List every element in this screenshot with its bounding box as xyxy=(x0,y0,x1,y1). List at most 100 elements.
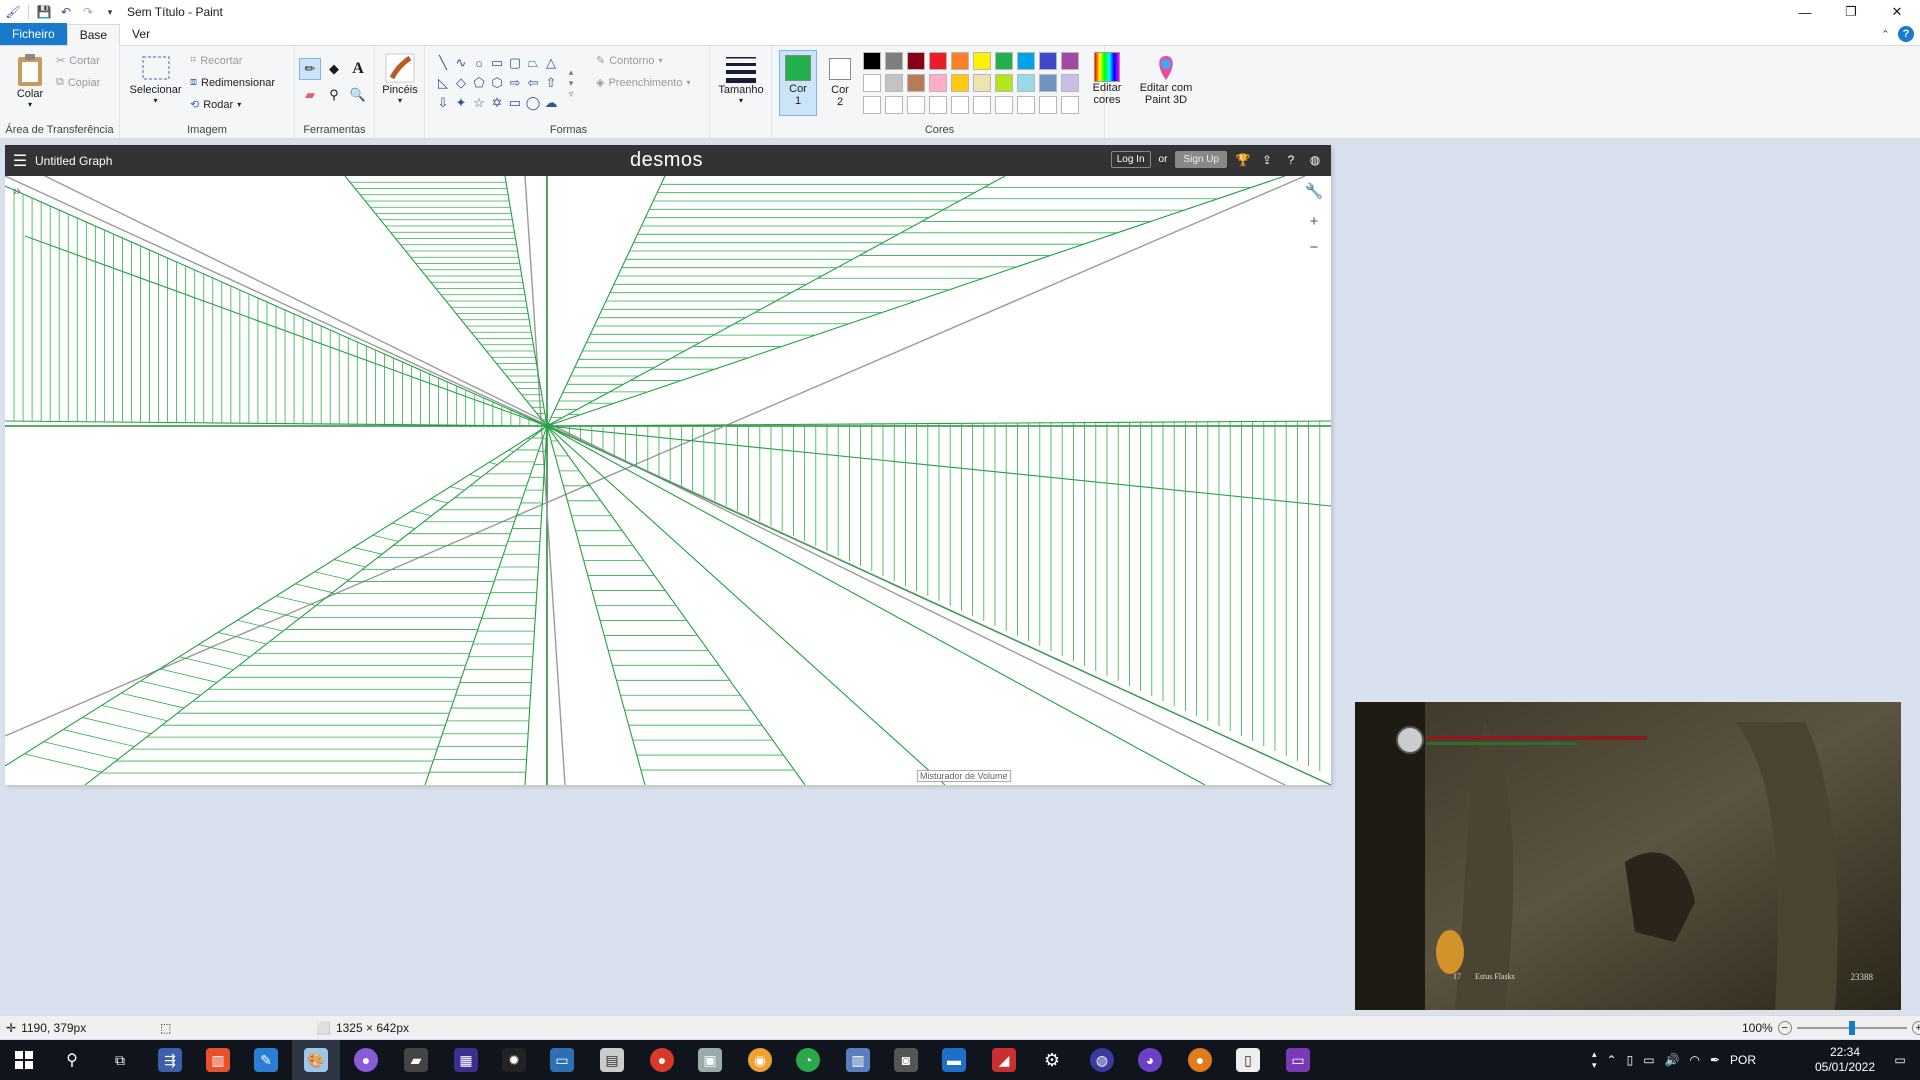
taskbar-app-7[interactable]: ▦ xyxy=(442,1040,490,1080)
language-indicator[interactable]: POR xyxy=(1730,1053,1756,1067)
task-view-button[interactable]: ⧉ xyxy=(96,1040,144,1080)
taskbar-app-10[interactable]: ▤ xyxy=(588,1040,636,1080)
palette-swatch[interactable] xyxy=(1017,74,1035,92)
palette-swatch[interactable] xyxy=(973,52,991,70)
zoom-out-button[interactable]: − xyxy=(1777,1020,1792,1035)
palette-swatch[interactable] xyxy=(907,52,925,70)
color1-button[interactable]: Cor 1 xyxy=(779,50,817,116)
palette-swatch[interactable] xyxy=(885,52,903,70)
palette-swatch[interactable] xyxy=(907,96,925,114)
resize-button[interactable]: ⧈ Redimensionar xyxy=(190,76,275,89)
taskbar-app-2[interactable]: ▥ xyxy=(194,1040,242,1080)
cloud-shape-icon[interactable]: ☁ xyxy=(542,94,560,112)
taskbar-app-1[interactable]: ⇶ xyxy=(146,1040,194,1080)
taskbar-paint[interactable]: 🎨 xyxy=(292,1040,340,1080)
taskbar-app-11[interactable]: ● xyxy=(638,1040,686,1080)
palette-swatch[interactable] xyxy=(929,74,947,92)
palette-swatch[interactable] xyxy=(973,74,991,92)
taskbar-app-18[interactable]: ◢ xyxy=(980,1040,1028,1080)
collapse-ribbon-icon[interactable]: ⌃ xyxy=(1881,28,1890,41)
help-icon[interactable]: ? xyxy=(1898,26,1914,42)
palette-swatch[interactable] xyxy=(929,96,947,114)
palette-swatch[interactable] xyxy=(885,96,903,114)
tab-file[interactable]: Ficheiro xyxy=(0,23,67,45)
fill-bucket-icon[interactable]: ◆ xyxy=(323,58,345,80)
edit-with-paint3d-button[interactable]: Editar com Paint 3D xyxy=(1132,54,1200,106)
right-triangle-shape-icon[interactable]: ◺ xyxy=(434,74,452,92)
wifi-icon[interactable]: ◠ xyxy=(1690,1053,1700,1067)
palette-swatch[interactable] xyxy=(995,96,1013,114)
taskbar-app-13[interactable]: ◉ xyxy=(736,1040,784,1080)
arrow-left-shape-icon[interactable]: ⇦ xyxy=(524,74,542,92)
text-icon[interactable]: A xyxy=(347,58,369,80)
save-icon[interactable]: 💾 xyxy=(35,3,53,21)
palette-swatch[interactable] xyxy=(863,96,881,114)
edit-colors-button[interactable]: Editar cores xyxy=(1087,52,1127,106)
taskbar-app-5[interactable]: ● xyxy=(342,1040,390,1080)
curve-shape-icon[interactable]: ∿ xyxy=(452,54,470,72)
palette-swatch[interactable] xyxy=(951,74,969,92)
palette-swatch[interactable] xyxy=(1017,96,1035,114)
zoom-slider-thumb[interactable] xyxy=(1848,1020,1855,1035)
palette-swatch[interactable] xyxy=(929,52,947,70)
phone-icon[interactable]: ▯ xyxy=(1627,1053,1634,1067)
palette-swatch[interactable] xyxy=(1039,52,1057,70)
zoom-slider[interactable] xyxy=(1796,1020,1907,1035)
palette-swatch[interactable] xyxy=(1061,96,1079,114)
palette-swatch[interactable] xyxy=(1061,74,1079,92)
palette-swatch[interactable] xyxy=(907,74,925,92)
star6-shape-icon[interactable]: ✡ xyxy=(488,94,506,112)
oval-shape-icon[interactable]: ○ xyxy=(470,54,488,72)
star5-shape-icon[interactable]: ☆ xyxy=(470,94,488,112)
palette-swatch[interactable] xyxy=(1039,74,1057,92)
taskbar-app-14[interactable]: ◔ xyxy=(784,1040,832,1080)
search-button[interactable]: ⚲ xyxy=(48,1040,96,1080)
taskbar-app-3[interactable]: ✎ xyxy=(242,1040,290,1080)
redo-icon[interactable]: ↷ xyxy=(79,3,97,21)
tab-home[interactable]: Base xyxy=(66,24,121,46)
palette-swatch[interactable] xyxy=(863,74,881,92)
battery-icon[interactable]: ▭ xyxy=(1643,1053,1654,1067)
taskbar-settings[interactable]: ⚙ xyxy=(1028,1040,1076,1080)
shapes-scroll-icon[interactable]: ▴ ▾ ▿ xyxy=(562,54,580,112)
arrow-up-shape-icon[interactable]: ⇧ xyxy=(542,74,560,92)
triangle-shape-icon[interactable]: △ xyxy=(542,54,560,72)
palette-swatch[interactable] xyxy=(973,96,991,114)
show-hidden-icons-icon[interactable]: ⌃ xyxy=(1607,1053,1617,1067)
taskbar-app-20[interactable]: ◍ xyxy=(1078,1040,1126,1080)
arrow-right-shape-icon[interactable]: ⇨ xyxy=(506,74,524,92)
diamond-shape-icon[interactable]: ◇ xyxy=(452,74,470,92)
star4-shape-icon[interactable]: ✦ xyxy=(452,94,470,112)
zoom-in-button[interactable]: + xyxy=(1911,1020,1920,1035)
palette-swatch[interactable] xyxy=(995,52,1013,70)
select-button[interactable]: Selecionar ▾ xyxy=(128,54,183,105)
paint-canvas[interactable]: ☰ Untitled Graph desmos Log In or Sign U… xyxy=(5,145,1331,785)
rotate-button[interactable]: ⟲ Rodar ▾ xyxy=(190,98,241,112)
palette-swatch[interactable] xyxy=(951,96,969,114)
color2-button[interactable]: Cor 2 xyxy=(821,50,859,116)
close-button[interactable]: ✕ xyxy=(1874,0,1920,24)
palette-swatch[interactable] xyxy=(1017,52,1035,70)
palette-swatch[interactable] xyxy=(1061,52,1079,70)
rectangle-shape-icon[interactable]: ▭ xyxy=(488,54,506,72)
pencil-icon[interactable]: ✏ xyxy=(299,58,321,80)
notifications-button[interactable]: ▭ xyxy=(1880,1040,1920,1080)
magnifier-icon[interactable]: 🔍 xyxy=(347,84,369,106)
taskbar-app-24[interactable]: ▭ xyxy=(1274,1040,1322,1080)
volume-icon[interactable]: 🔊 xyxy=(1665,1053,1680,1067)
color-picker-icon[interactable]: ⚲ xyxy=(323,84,345,106)
palette-swatch[interactable] xyxy=(885,74,903,92)
palette-swatch[interactable] xyxy=(1039,96,1057,114)
game-video-overlay[interactable]: 17 Estus Flasks 23388 xyxy=(1355,702,1901,1010)
cut-button[interactable]: ✂ Cortar xyxy=(56,54,100,68)
minimize-button[interactable]: — xyxy=(1782,0,1828,24)
crop-button[interactable]: ⌗ Recortar xyxy=(190,54,242,67)
hexagon-shape-icon[interactable]: ⬡ xyxy=(488,74,506,92)
rounded-rectangle-shape-icon[interactable]: ▢ xyxy=(506,54,524,72)
eraser-icon[interactable]: ▰ xyxy=(299,84,321,106)
taskbar-app-15[interactable]: ▥ xyxy=(834,1040,882,1080)
customize-dropdown-icon[interactable]: ▾ xyxy=(101,3,119,21)
palette-swatch[interactable] xyxy=(951,52,969,70)
taskbar-app-12[interactable]: ▣ xyxy=(686,1040,734,1080)
outline-button[interactable]: ✎ Contorno ▾ xyxy=(596,54,663,68)
